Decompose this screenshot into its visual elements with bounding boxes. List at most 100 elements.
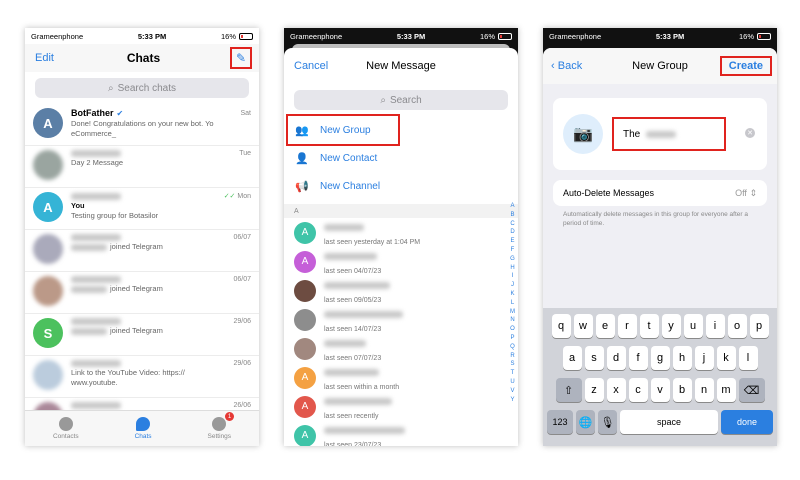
- contact-row[interactable]: last seen 14/07/23: [284, 305, 518, 334]
- key-y[interactable]: y: [661, 314, 681, 338]
- key-x[interactable]: x: [606, 378, 626, 402]
- key-h[interactable]: h: [672, 346, 692, 370]
- key-l[interactable]: l: [738, 346, 758, 370]
- index-letter[interactable]: Y: [510, 396, 514, 405]
- chat-preview: Day 2 Message: [71, 158, 124, 167]
- compose-icon[interactable]: ✎: [230, 47, 252, 69]
- back-button[interactable]: ‹ Back: [551, 60, 582, 72]
- last-seen-label: last seen yesterday at 1:04 PM: [324, 239, 421, 246]
- index-letter[interactable]: B: [510, 211, 514, 220]
- contact-row[interactable]: Alast seen 23/07/23: [284, 421, 518, 446]
- auto-delete-row[interactable]: Auto-Delete Messages Off ⇕: [553, 180, 767, 206]
- key-z[interactable]: z: [584, 378, 604, 402]
- key-d[interactable]: d: [606, 346, 626, 370]
- key-v[interactable]: v: [650, 378, 670, 402]
- group-name-input[interactable]: The: [612, 117, 726, 151]
- index-letter[interactable]: N: [510, 316, 514, 325]
- tab-chats[interactable]: Chats: [135, 417, 152, 440]
- chat-row[interactable]: Tue Day 2 Message: [25, 146, 259, 188]
- shift-key[interactable]: ⇧: [555, 378, 582, 402]
- globe-icon[interactable]: 🌐: [576, 410, 595, 434]
- new-contact-button[interactable]: 👤 New Contact: [294, 144, 518, 172]
- key-m[interactable]: m: [716, 378, 736, 402]
- index-letter[interactable]: Q: [510, 343, 515, 352]
- key-u[interactable]: u: [683, 314, 703, 338]
- numbers-key[interactable]: 123: [547, 410, 573, 434]
- new-group-button[interactable]: 👥 New Group: [286, 114, 400, 146]
- new-channel-button[interactable]: 📢 New Channel: [294, 172, 518, 200]
- last-seen-label: last seen 14/07/23: [324, 326, 382, 333]
- index-letter[interactable]: U: [510, 378, 514, 387]
- key-o[interactable]: o: [727, 314, 747, 338]
- chat-row[interactable]: 06/07 joined Telegram: [25, 230, 259, 272]
- index-letter[interactable]: R: [510, 352, 514, 361]
- chat-row[interactable]: A ✓✓ Mon You Testing group for Botasilor: [25, 188, 259, 230]
- tab-contacts[interactable]: Contacts: [53, 417, 79, 440]
- space-key[interactable]: space: [620, 410, 718, 434]
- contact-row[interactable]: Alast seen 04/07/23: [284, 247, 518, 276]
- key-w[interactable]: w: [573, 314, 593, 338]
- index-letter[interactable]: L: [511, 299, 514, 308]
- key-k[interactable]: k: [716, 346, 736, 370]
- contact-row[interactable]: Alast seen recently: [284, 392, 518, 421]
- megaphone-icon: 📢: [295, 180, 309, 193]
- index-letter[interactable]: S: [510, 360, 514, 369]
- index-letter[interactable]: E: [510, 237, 514, 246]
- chat-row[interactable]: S 29/06 joined Telegram: [25, 314, 259, 356]
- avatar: [33, 150, 63, 180]
- contact-row[interactable]: Alast seen yesterday at 1:04 PM: [284, 218, 518, 247]
- key-q[interactable]: q: [551, 314, 571, 338]
- battery-label: 16%: [479, 31, 495, 41]
- index-letter[interactable]: G: [510, 255, 515, 264]
- index-letter[interactable]: K: [510, 290, 514, 299]
- key-c[interactable]: c: [628, 378, 648, 402]
- contact-row[interactable]: last seen 09/05/23: [284, 276, 518, 305]
- last-seen-label: last seen within a month: [324, 384, 400, 391]
- key-r[interactable]: r: [617, 314, 637, 338]
- index-letter[interactable]: T: [511, 369, 515, 378]
- key-j[interactable]: j: [694, 346, 714, 370]
- camera-icon[interactable]: 📷: [563, 114, 603, 154]
- index-letter[interactable]: M: [510, 308, 515, 317]
- tab-settings[interactable]: 1 Settings: [208, 412, 235, 440]
- contact-name: [324, 224, 364, 232]
- key-i[interactable]: i: [705, 314, 725, 338]
- chat-row[interactable]: 29/06 Link to the YouTube Video: https://…: [25, 356, 259, 398]
- key-a[interactable]: a: [562, 346, 582, 370]
- chat-row[interactable]: A BotFather ✔ Sat Done! Congratulations on y…: [25, 104, 259, 146]
- contact-row[interactable]: Alast seen within a month: [284, 363, 518, 392]
- key-p[interactable]: p: [749, 314, 769, 338]
- key-e[interactable]: e: [595, 314, 615, 338]
- key-b[interactable]: b: [672, 378, 692, 402]
- search-icon: ⌕: [108, 82, 114, 94]
- search-bar[interactable]: ⌕ Search: [294, 90, 508, 110]
- chat-time: 06/07: [233, 276, 251, 283]
- key-t[interactable]: t: [639, 314, 659, 338]
- index-letter[interactable]: J: [511, 281, 514, 290]
- cancel-button[interactable]: Cancel: [294, 60, 328, 72]
- search-bar[interactable]: ⌕ Search chats: [35, 78, 249, 98]
- index-letter[interactable]: P: [510, 334, 514, 343]
- contact-row[interactable]: last seen 07/07/23: [284, 334, 518, 363]
- create-button[interactable]: Create: [719, 56, 773, 76]
- key-f[interactable]: f: [628, 346, 648, 370]
- done-key[interactable]: done: [721, 410, 773, 434]
- index-letter[interactable]: O: [510, 325, 515, 334]
- chat-row[interactable]: 06/07 joined Telegram: [25, 272, 259, 314]
- index-letter[interactable]: A: [510, 202, 514, 211]
- index-letter[interactable]: I: [512, 272, 514, 281]
- backspace-key[interactable]: ⌫: [738, 378, 765, 402]
- edit-button[interactable]: Edit: [35, 52, 54, 64]
- index-letter[interactable]: D: [510, 228, 514, 237]
- contact-name: [324, 340, 366, 348]
- alphabet-index[interactable]: ABCDEFGHIJKLMNOPQRSTUVY: [510, 202, 515, 404]
- key-g[interactable]: g: [650, 346, 670, 370]
- index-letter[interactable]: F: [511, 246, 515, 255]
- index-letter[interactable]: H: [510, 264, 514, 273]
- microphone-icon[interactable]: 🎙: [598, 410, 617, 434]
- index-letter[interactable]: V: [510, 387, 514, 396]
- key-s[interactable]: s: [584, 346, 604, 370]
- clear-icon[interactable]: ✕: [745, 128, 755, 138]
- index-letter[interactable]: C: [510, 220, 514, 229]
- key-n[interactable]: n: [694, 378, 714, 402]
